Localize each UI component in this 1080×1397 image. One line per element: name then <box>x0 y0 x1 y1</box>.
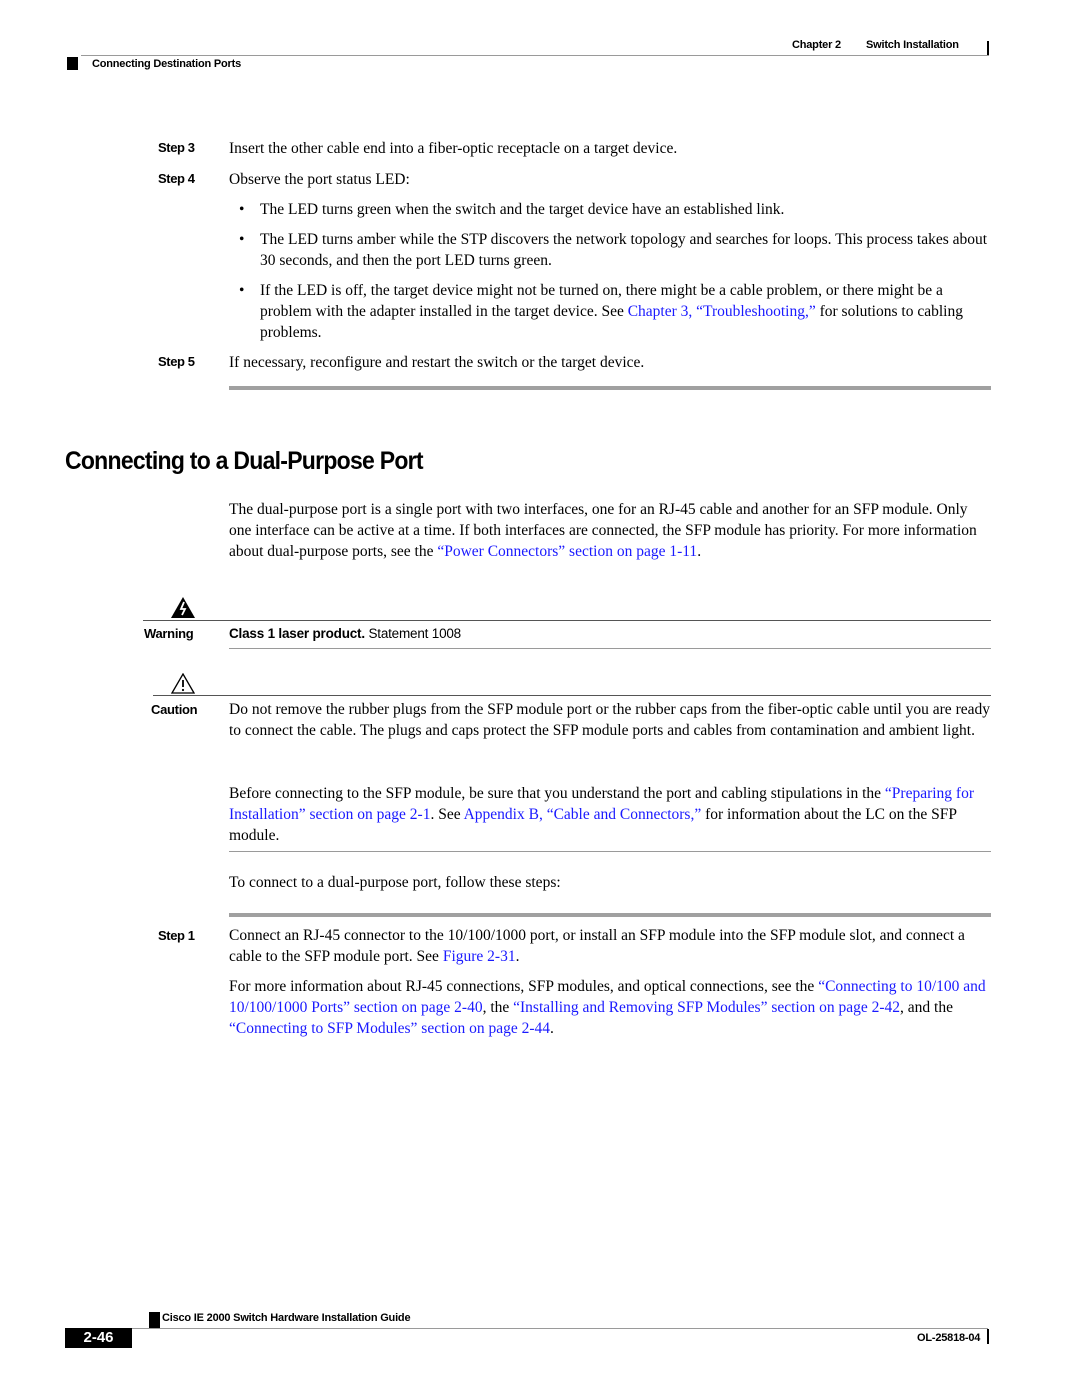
step-5-label: Step 5 <box>158 354 195 369</box>
link-chapter-3-troubleshooting[interactable]: Chapter 3, “Troubleshooting,” <box>628 303 816 320</box>
header-square-marker <box>67 57 78 70</box>
footer-doc-number: OL-25818-04 <box>917 1332 981 1344</box>
caution-top-rule <box>153 695 991 696</box>
step-4-text: Observe the port status LED: <box>229 171 410 188</box>
bullet-icon: • <box>239 282 245 299</box>
header-right-bar <box>987 41 989 56</box>
header-rule <box>81 55 989 56</box>
header-chapter-title: Switch Installation <box>866 39 959 51</box>
section-title: Connecting to a Dual-Purpose Port <box>65 447 424 475</box>
to-connect-text: To connect to a dual-purpose port, follo… <box>229 874 561 891</box>
procedure-end-rule <box>229 386 991 390</box>
step-5-text: If necessary, reconfigure and restart th… <box>229 354 645 371</box>
link-connecting-sfp-modules[interactable]: “Connecting to SFP Modules” section on p… <box>229 1020 550 1037</box>
step-3-text: Insert the other cable end into a fiber-… <box>229 140 678 157</box>
footer-square-marker <box>149 1312 160 1328</box>
before-connecting-paragraph: Before connecting to the SFP module, be … <box>229 785 974 844</box>
intro-paragraph: The dual-purpose port is a single port w… <box>229 501 977 560</box>
warning-bottom-rule <box>229 648 991 649</box>
bullet-text: If the LED is off, the target device mig… <box>260 282 963 341</box>
link-installing-removing-sfp[interactable]: “Installing and Removing SFP Modules” se… <box>513 999 900 1016</box>
step-1-label: Step 1 <box>158 928 195 943</box>
caution-text: Do not remove the rubber plugs from the … <box>229 701 990 739</box>
link-appendix-b[interactable]: Appendix B, “Cable and Connectors,” <box>464 806 702 823</box>
bullet-icon: • <box>239 201 245 218</box>
bullet-text: The LED turns amber while the STP discov… <box>260 231 988 269</box>
step-1-text: Connect an RJ-45 connector to the 10/100… <box>229 927 965 965</box>
page-number: 2-46 <box>65 1328 132 1348</box>
link-power-connectors[interactable]: “Power Connectors” section on page 1-11 <box>437 543 697 560</box>
step-4-label: Step 4 <box>158 171 195 186</box>
header-chapter: Chapter 2 <box>792 39 841 51</box>
bullet-text: The LED turns green when the switch and … <box>260 201 785 218</box>
header-section: Connecting Destination Ports <box>92 58 242 70</box>
footer-right-bar <box>987 1329 989 1344</box>
more-info-paragraph: For more information about RJ-45 connect… <box>229 978 986 1037</box>
warning-text: Class 1 laser product. Statement 1008 <box>229 626 461 641</box>
warning-top-rule <box>143 620 991 621</box>
footer-rule <box>132 1328 988 1329</box>
warning-label: Warning <box>144 626 194 641</box>
step-3-label: Step 3 <box>158 140 195 155</box>
caution-bottom-rule <box>229 851 991 852</box>
footer-guide-title: Cisco IE 2000 Switch Hardware Installati… <box>162 1312 411 1324</box>
link-figure-2-31[interactable]: Figure 2-31 <box>443 948 516 965</box>
caution-label: Caution <box>151 702 198 717</box>
procedure-start-rule <box>229 913 991 917</box>
bullet-icon: • <box>239 231 245 248</box>
